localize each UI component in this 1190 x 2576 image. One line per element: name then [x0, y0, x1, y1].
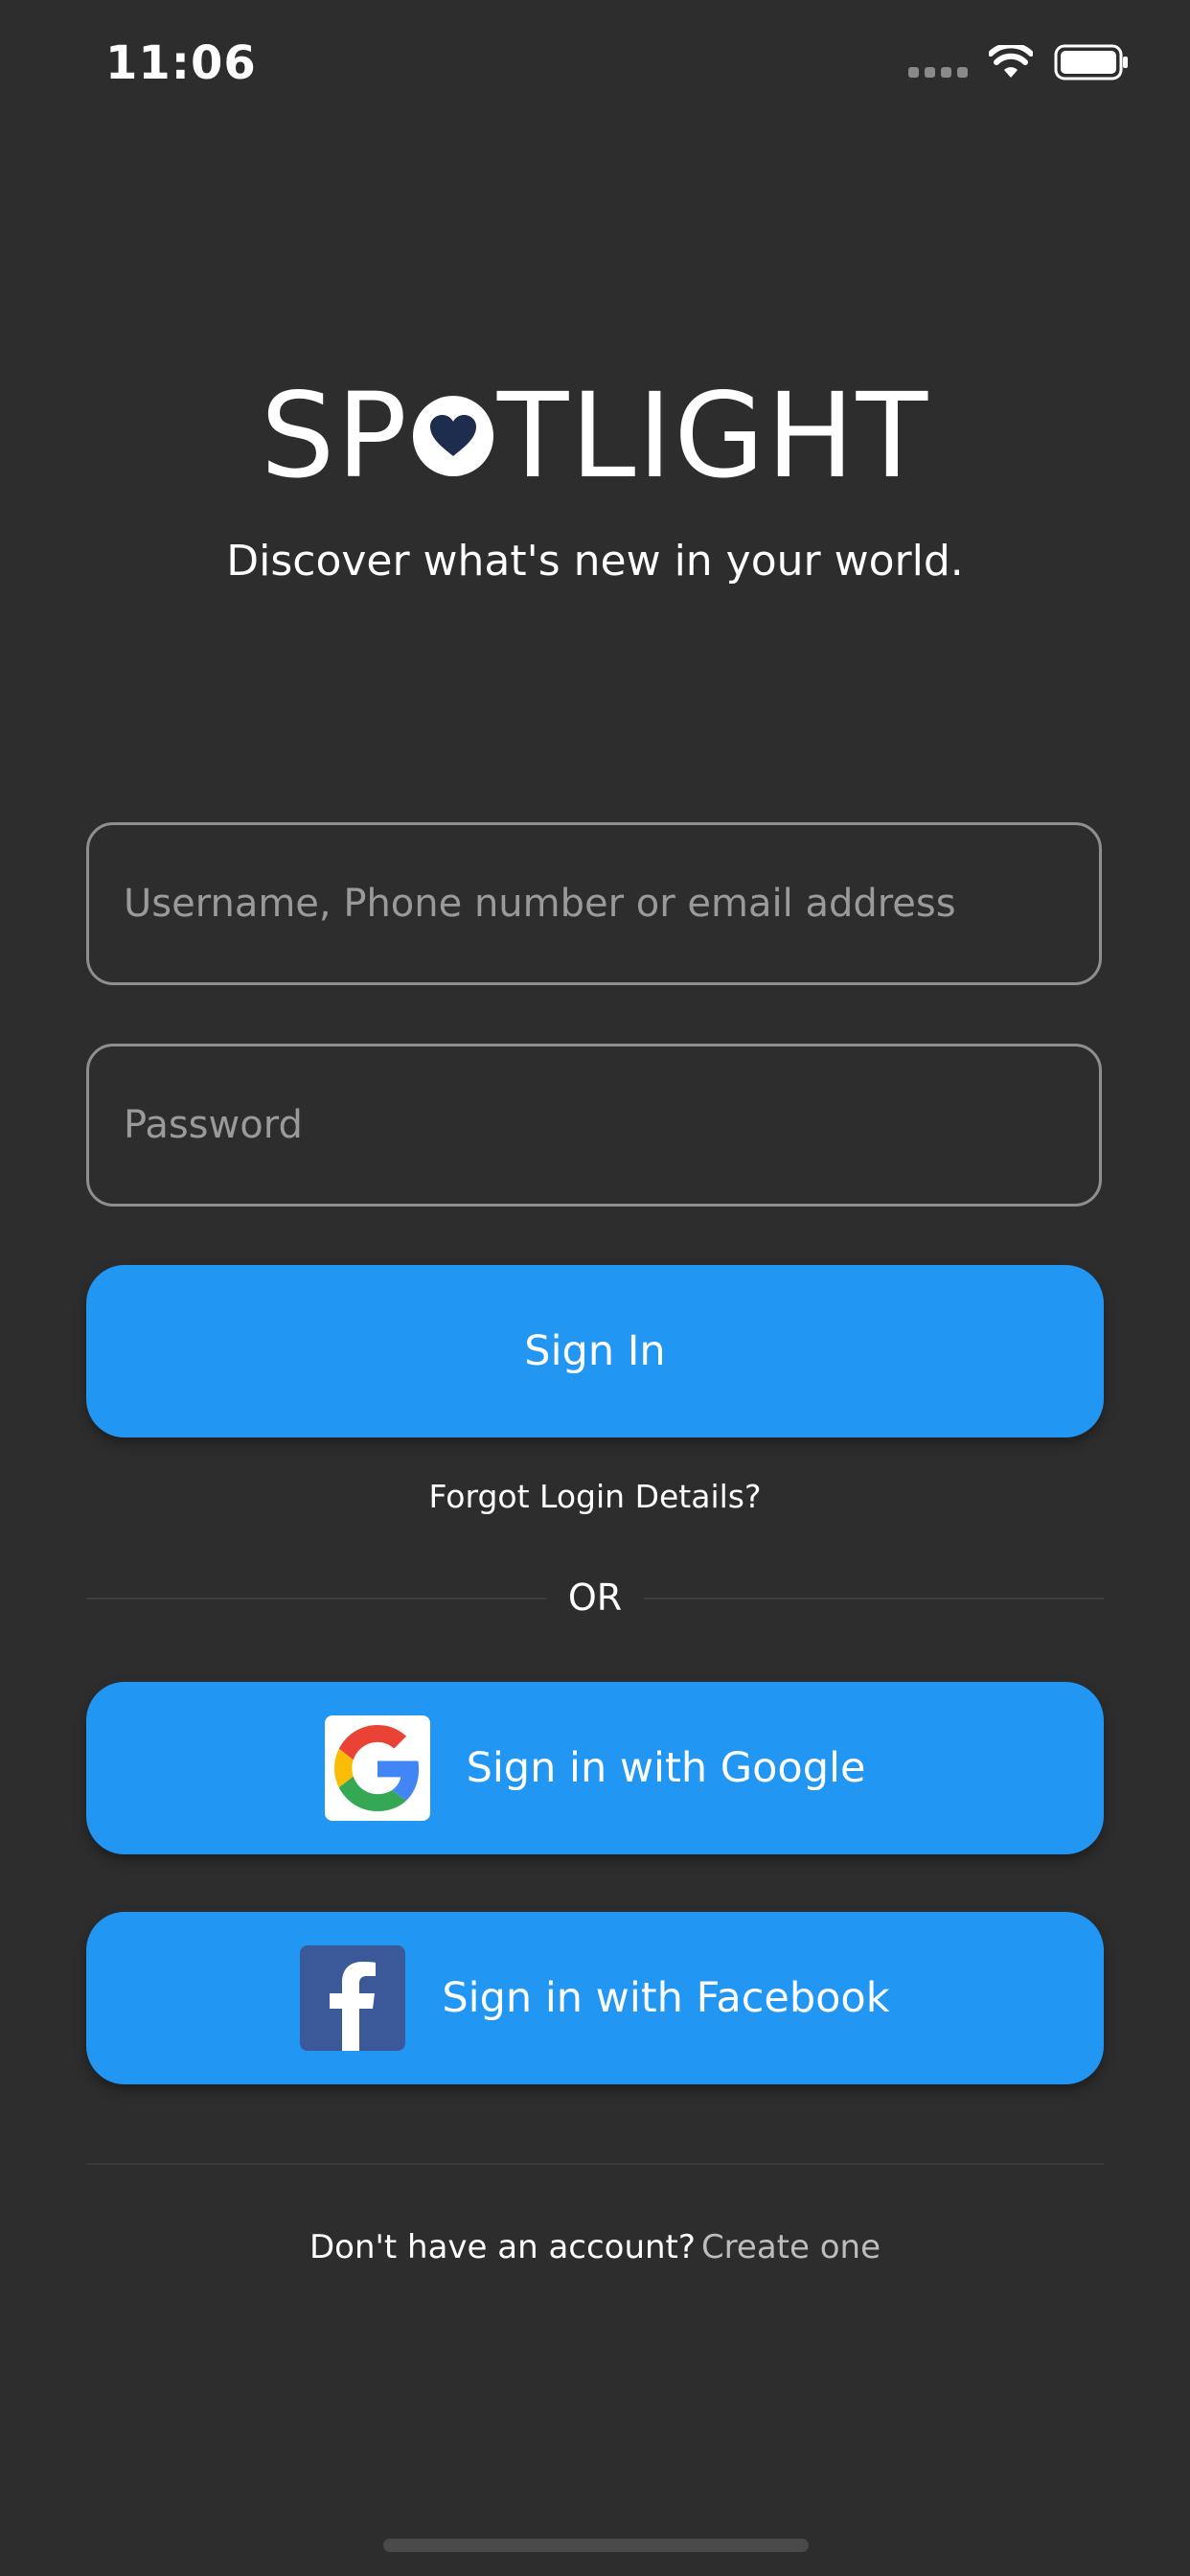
- or-separator: OR: [567, 1576, 623, 1619]
- footer-divider: [86, 2163, 1104, 2165]
- forgot-login-link[interactable]: Forgot Login Details?: [0, 1478, 1190, 1515]
- battery-icon: [1054, 44, 1128, 80]
- tagline: Discover what's new in your world.: [226, 537, 964, 586]
- password-input[interactable]: Password: [86, 1044, 1102, 1207]
- heart-icon: [412, 396, 493, 476]
- status-icons: [908, 44, 1129, 80]
- signal-icon: [908, 66, 968, 78]
- password-placeholder: Password: [124, 1103, 303, 1147]
- facebook-label: Sign in with Facebook: [442, 1974, 890, 2022]
- signup-row: Don't have an account? Create one: [0, 2228, 1190, 2266]
- google-label: Sign in with Google: [466, 1744, 866, 1792]
- signup-prompt: Don't have an account?: [309, 2228, 696, 2266]
- wifi-icon: [989, 45, 1033, 78]
- google-sign-in-button[interactable]: Sign in with Google: [86, 1682, 1104, 1854]
- logo-text-start: SP: [260, 368, 409, 504]
- facebook-sign-in-button[interactable]: Sign in with Facebook: [86, 1912, 1104, 2084]
- logo-text-end: TLIGHT: [496, 368, 930, 504]
- google-icon: [324, 1715, 430, 1821]
- facebook-icon: [300, 1945, 406, 2051]
- sign-in-label: Sign In: [524, 1327, 666, 1375]
- status-time: 11:06: [105, 36, 257, 90]
- username-input[interactable]: Username, Phone number or email address: [86, 822, 1102, 985]
- home-indicator: [383, 2539, 809, 2552]
- username-placeholder: Username, Phone number or email address: [124, 882, 956, 926]
- sign-in-button[interactable]: Sign In: [86, 1265, 1104, 1438]
- create-account-link[interactable]: Create one: [701, 2228, 881, 2266]
- app-logo: SP TLIGHT: [0, 374, 1190, 498]
